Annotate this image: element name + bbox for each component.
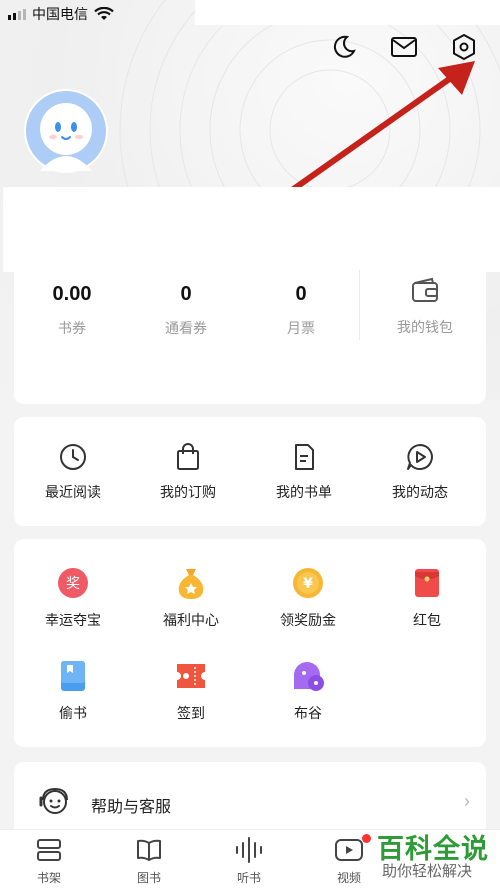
notification-dot <box>362 834 371 843</box>
feature-label: 领奖励金 <box>280 612 336 628</box>
clock-icon <box>60 444 86 470</box>
recent-reading-button[interactable]: 最近阅读 <box>23 441 123 502</box>
my-purchases-button[interactable]: 我的订购 <box>138 441 238 502</box>
feature-label: 红包 <box>413 612 441 628</box>
quick-action-label: 我的订购 <box>160 484 216 500</box>
booklist-icon <box>295 444 314 470</box>
red-envelope-icon <box>415 569 439 597</box>
quick-action-label: 我的书单 <box>276 484 332 500</box>
bookshelf-icon <box>37 839 61 861</box>
steal-book-button[interactable]: 偷书 <box>23 659 123 723</box>
stat-book-coupons[interactable]: 0.00 书券 <box>17 280 127 338</box>
stat-label: 通看券 <box>165 320 207 336</box>
watermark: 百科全说 助你轻松解决 <box>373 827 500 889</box>
lucky-treasure-icon: 奖 <box>58 568 88 598</box>
feature-label: 福利中心 <box>163 612 219 628</box>
profile-info-area <box>3 187 500 272</box>
book-icon <box>61 661 85 691</box>
feature-label: 布谷 <box>294 705 322 721</box>
wallet-icon <box>412 277 438 302</box>
claim-bonus-button[interactable]: ¥ 领奖励金 <box>258 566 358 630</box>
divider <box>359 270 360 340</box>
feature-label: 幸运夺宝 <box>45 612 101 628</box>
nav-audiobooks[interactable]: 听书 <box>219 836 279 886</box>
stat-label: 月票 <box>287 320 315 336</box>
lucky-glyph: 奖 <box>66 575 80 592</box>
wallet-label: 我的钱包 <box>397 319 453 335</box>
feature-label: 偷书 <box>59 705 87 721</box>
my-activity-button[interactable]: 我的动态 <box>370 441 470 502</box>
avatar[interactable] <box>24 89 108 173</box>
money-bag-icon <box>178 569 204 599</box>
nav-label: 图书 <box>136 871 161 885</box>
stat-value: 0 <box>295 283 307 305</box>
video-icon <box>335 839 363 861</box>
feature-label: 签到 <box>177 705 205 721</box>
wifi-icon <box>94 7 114 20</box>
quick-action-label: 最近阅读 <box>45 484 101 500</box>
avatar-face-icon <box>26 91 106 171</box>
help-label: 帮助与客服 <box>91 799 172 816</box>
stat-value: 0.00 <box>52 283 92 305</box>
ticket-icon <box>177 664 205 688</box>
stat-label: 书券 <box>58 320 86 336</box>
carrier-label: 中国电信 <box>32 6 88 22</box>
stat-value: 0 <box>180 283 192 305</box>
annotation-arrow <box>275 61 475 203</box>
red-envelope-button[interactable]: 红包 <box>377 566 477 630</box>
nav-label: 书架 <box>36 871 61 885</box>
status-bar-right-area <box>195 0 500 25</box>
customer-service-icon <box>39 787 68 814</box>
bird-chat-icon <box>294 662 324 691</box>
wallet-button[interactable]: 我的钱包 <box>378 276 472 337</box>
bugu-button[interactable]: 布谷 <box>258 659 358 723</box>
stat-read-passes[interactable]: 0 通看券 <box>131 280 241 338</box>
nav-books[interactable]: 图书 <box>119 836 179 886</box>
nav-bookshelf[interactable]: 书架 <box>19 836 79 886</box>
check-in-button[interactable]: 签到 <box>141 659 241 723</box>
stat-monthly-tickets[interactable]: 0 月票 <box>246 280 356 338</box>
open-book-icon <box>137 839 161 861</box>
coin-icon: ¥ <box>293 568 323 598</box>
nav-video[interactable]: 视频 <box>319 836 379 886</box>
my-booklist-button[interactable]: 我的书单 <box>254 441 354 502</box>
signal-icon <box>8 8 26 20</box>
lucky-treasure-button[interactable]: 奖 幸运夺宝 <box>23 566 123 630</box>
coin-glyph: ¥ <box>303 576 313 592</box>
shopping-bag-icon <box>177 443 199 470</box>
soundwave-icon <box>236 837 262 863</box>
nav-label: 视频 <box>336 871 361 885</box>
chevron-right-icon: › <box>464 791 470 811</box>
welfare-center-button[interactable]: 福利中心 <box>141 566 241 630</box>
play-bubble-icon <box>407 444 433 470</box>
watermark-subtitle: 助你轻松解决 <box>382 863 473 880</box>
status-bar: 中国电信 <box>0 0 500 26</box>
quick-action-label: 我的动态 <box>392 484 448 500</box>
nav-label: 听书 <box>236 871 261 885</box>
